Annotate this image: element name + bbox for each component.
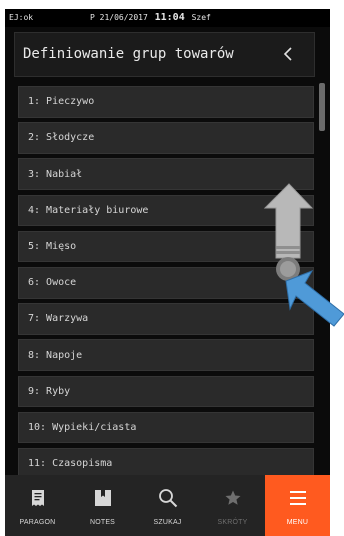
status-date: P 21/06/2017 bbox=[90, 13, 148, 22]
list-item-label: 8: Napoje bbox=[28, 349, 83, 361]
list-item-label: 10: Wypieki/ciasta bbox=[28, 421, 137, 433]
list-item-label: 11: Czasopisma bbox=[28, 458, 113, 470]
tab-notes-label: NOTES bbox=[89, 519, 116, 526]
tab-paragon[interactable]: PARAGON bbox=[5, 475, 70, 536]
scrollbar-thumb[interactable] bbox=[319, 83, 325, 131]
star-icon bbox=[222, 487, 244, 509]
tab-szukaj[interactable]: SZUKAJ bbox=[135, 475, 200, 536]
chevron-left-icon bbox=[283, 47, 292, 61]
list-item[interactable]: 3: Nabiał bbox=[18, 158, 314, 190]
page-header: Definiowanie grup towarów bbox=[14, 32, 315, 77]
bottom-navigation: PARAGON NOTES SZUKAJ SKRÓTY MENU bbox=[5, 475, 330, 536]
list-item-label: 6: Owoce bbox=[28, 277, 77, 289]
status-datetime: P 21/06/2017 11:04 Szef bbox=[90, 12, 211, 23]
list-item[interactable]: 7: Warzywa bbox=[18, 303, 314, 335]
back-button[interactable] bbox=[278, 43, 298, 65]
list-item[interactable]: 6: Owoce bbox=[18, 266, 314, 299]
list-item[interactable]: 1: Pieczywo bbox=[18, 86, 314, 118]
notes-icon bbox=[92, 487, 114, 509]
list-item-label: 3: Nabiał bbox=[28, 168, 83, 180]
page-title: Definiowanie grup towarów bbox=[23, 46, 234, 62]
list-item-label: 4: Materiały biurowe bbox=[28, 204, 149, 216]
tab-szukaj-label: SZUKAJ bbox=[153, 519, 182, 526]
tab-skroty[interactable]: SKRÓTY bbox=[200, 475, 265, 536]
list-item[interactable]: 9: Ryby bbox=[18, 375, 314, 408]
list-item[interactable]: 5: Mięso bbox=[18, 230, 314, 263]
list-item-label: 1: Pieczywo bbox=[28, 96, 95, 108]
list-item[interactable]: 8: Napoje bbox=[18, 339, 314, 371]
tab-paragon-label: PARAGON bbox=[19, 519, 56, 526]
menu-icon bbox=[287, 487, 309, 509]
search-icon bbox=[157, 487, 179, 509]
tab-skroty-label: SKRÓTY bbox=[217, 519, 248, 526]
status-journal: EJ:ok bbox=[9, 13, 34, 22]
status-user: Szef bbox=[191, 13, 211, 22]
tab-menu-label: MENU bbox=[286, 519, 309, 526]
tab-menu[interactable]: MENU bbox=[265, 475, 330, 536]
status-bar: EJ:ok P 21/06/2017 11:04 Szef bbox=[5, 9, 330, 27]
list-item[interactable]: 4: Materiały biurowe bbox=[18, 194, 314, 227]
list-item[interactable]: 10: Wypieki/ciasta bbox=[18, 411, 314, 444]
list-item-label: 5: Mięso bbox=[28, 241, 77, 253]
list-item-label: 2: Słodycze bbox=[28, 132, 95, 144]
group-list: 1: Pieczywo 2: Słodycze 3: Nabiał 4: Mat… bbox=[18, 86, 314, 484]
tab-notes[interactable]: NOTES bbox=[70, 475, 135, 536]
list-item[interactable]: 2: Słodycze bbox=[18, 122, 314, 154]
list-item-label: 9: Ryby bbox=[28, 385, 71, 397]
device-screen: EJ:ok P 21/06/2017 11:04 Szef Definiowan… bbox=[5, 9, 330, 536]
status-time: 11:04 bbox=[154, 12, 185, 23]
list-item-label: 7: Warzywa bbox=[28, 313, 89, 325]
receipt-icon bbox=[27, 487, 49, 509]
